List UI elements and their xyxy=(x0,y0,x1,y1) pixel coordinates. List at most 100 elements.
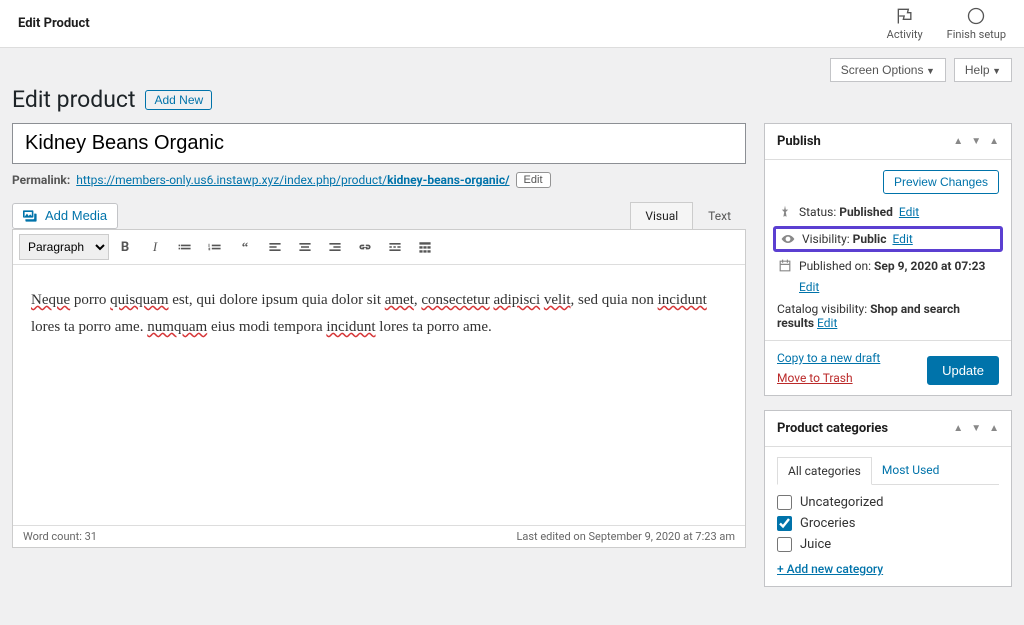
readmore-icon xyxy=(387,239,403,255)
category-checkbox[interactable] xyxy=(777,495,792,510)
editor-toolbar: Paragraph B I “ xyxy=(13,230,745,265)
link-icon xyxy=(357,239,373,255)
box-handles: ▲ ▼ ▲ xyxy=(953,136,999,147)
categories-header: Product categories ▲ ▼ ▲ xyxy=(765,411,1011,447)
category-label: Groceries xyxy=(800,516,855,531)
tab-text[interactable]: Text xyxy=(693,202,746,229)
align-center-button[interactable] xyxy=(291,234,319,260)
permalink-link[interactable]: https://members-only.us6.instawp.xyz/ind… xyxy=(76,173,509,187)
toggle-box-icon[interactable]: ▲ xyxy=(989,423,999,434)
editor-mode-tabs: Visual Text xyxy=(630,202,746,229)
admin-topbar: Edit Product Activity Finish setup xyxy=(0,0,1024,48)
kitchen-sink-icon xyxy=(417,239,433,255)
flag-icon xyxy=(895,6,915,26)
status-row: Status: Published Edit xyxy=(777,204,999,220)
move-up-icon[interactable]: ▲ xyxy=(953,136,963,147)
page-title: Edit product xyxy=(12,86,135,113)
edit-status-link[interactable]: Edit xyxy=(899,205,919,219)
categories-box: Product categories ▲ ▼ ▲ All categories … xyxy=(764,410,1012,587)
editor-columns: Permalink: https://members-only.us6.inst… xyxy=(12,123,1012,587)
publish-title: Publish xyxy=(777,134,821,149)
help-button[interactable]: Help xyxy=(954,58,1012,82)
number-list-button[interactable] xyxy=(201,234,229,260)
edit-catalog-link[interactable]: Edit xyxy=(817,316,837,330)
permalink-edit-button[interactable]: Edit xyxy=(516,172,551,188)
move-up-icon[interactable]: ▲ xyxy=(953,423,963,434)
add-category-link[interactable]: + Add new category xyxy=(777,562,883,576)
tab-visual[interactable]: Visual xyxy=(630,202,693,229)
page-body: Screen Options Help Edit product Add New… xyxy=(0,48,1024,597)
italic-button[interactable]: I xyxy=(141,234,169,260)
category-list: Uncategorized Groceries Juice xyxy=(777,495,999,552)
bullet-list-button[interactable] xyxy=(171,234,199,260)
readmore-button[interactable] xyxy=(381,234,409,260)
topbar-actions: Activity Finish setup xyxy=(887,6,1006,41)
bold-button[interactable]: B xyxy=(111,234,139,260)
list-ol-icon xyxy=(207,239,223,255)
align-left-icon xyxy=(267,239,283,255)
screen-options-button[interactable]: Screen Options xyxy=(830,58,946,82)
calendar-icon xyxy=(777,258,793,274)
format-select[interactable]: Paragraph xyxy=(19,234,109,260)
align-right-button[interactable] xyxy=(321,234,349,260)
category-label: Juice xyxy=(800,537,831,552)
side-column: Publish ▲ ▼ ▲ Preview Changes Status: Pu… xyxy=(764,123,1012,587)
editor-top-row: Add Media Visual Text xyxy=(12,202,746,229)
main-column: Permalink: https://members-only.us6.inst… xyxy=(12,123,746,548)
preview-changes-button[interactable]: Preview Changes xyxy=(883,170,999,194)
add-media-button[interactable]: Add Media xyxy=(12,203,118,229)
product-title-input[interactable] xyxy=(12,123,746,164)
toggle-box-icon[interactable]: ▲ xyxy=(989,136,999,147)
quote-button[interactable]: “ xyxy=(231,234,259,260)
link-button[interactable] xyxy=(351,234,379,260)
edit-visibility-link[interactable]: Edit xyxy=(892,232,912,246)
align-center-icon xyxy=(297,239,313,255)
rich-text-editor: Paragraph B I “ Neque porro quisquam est… xyxy=(12,229,746,548)
tab-all-categories[interactable]: All categories xyxy=(777,457,872,485)
editor-content[interactable]: Neque porro quisquam est, qui dolore ips… xyxy=(13,265,745,525)
category-tabs: All categories Most Used xyxy=(777,457,999,485)
tab-most-used[interactable]: Most Used xyxy=(872,457,950,484)
align-right-icon xyxy=(327,239,343,255)
last-edited: Last edited on September 9, 2020 at 7:23… xyxy=(516,530,735,543)
categories-title: Product categories xyxy=(777,421,888,436)
align-left-button[interactable] xyxy=(261,234,289,260)
published-row: Published on: Sep 9, 2020 at 07:23 xyxy=(777,258,999,274)
screen-options-row: Screen Options Help xyxy=(12,58,1012,82)
visibility-row: Visibility: Public Edit xyxy=(773,226,1003,252)
copy-draft-link[interactable]: Copy to a new draft xyxy=(777,351,880,365)
publish-footer: Copy to a new draft Move to Trash Update xyxy=(765,340,1011,395)
categories-body: All categories Most Used Uncategorized Gr… xyxy=(765,447,1011,586)
pin-icon xyxy=(777,204,793,220)
list-ul-icon xyxy=(177,239,193,255)
toolbar-toggle-button[interactable] xyxy=(411,234,439,260)
eye-icon xyxy=(780,231,796,247)
topbar-title: Edit Product xyxy=(18,16,90,31)
box-handles: ▲ ▼ ▲ xyxy=(953,423,999,434)
edit-date-link[interactable]: Edit xyxy=(799,280,819,294)
add-new-button[interactable]: Add New xyxy=(145,90,212,110)
word-count: Word count: 31 xyxy=(23,530,97,543)
category-checkbox[interactable] xyxy=(777,516,792,531)
update-button[interactable]: Update xyxy=(927,356,999,385)
category-item[interactable]: Groceries xyxy=(777,516,999,531)
category-label: Uncategorized xyxy=(800,495,883,510)
move-down-icon[interactable]: ▼ xyxy=(971,423,981,434)
category-item[interactable]: Uncategorized xyxy=(777,495,999,510)
permalink-label: Permalink: xyxy=(12,173,70,187)
publish-body: Preview Changes Status: Published Edit V… xyxy=(765,160,1011,340)
editor-status-bar: Word count: 31 Last edited on September … xyxy=(13,525,745,547)
publish-header: Publish ▲ ▼ ▲ xyxy=(765,124,1011,160)
category-checkbox[interactable] xyxy=(777,537,792,552)
circle-icon xyxy=(966,6,986,26)
permalink-row: Permalink: https://members-only.us6.inst… xyxy=(12,172,746,188)
media-icon xyxy=(23,208,39,224)
move-to-trash-link[interactable]: Move to Trash xyxy=(777,371,880,385)
publish-box: Publish ▲ ▼ ▲ Preview Changes Status: Pu… xyxy=(764,123,1012,396)
finish-setup-button[interactable]: Finish setup xyxy=(947,6,1006,41)
category-item[interactable]: Juice xyxy=(777,537,999,552)
move-down-icon[interactable]: ▼ xyxy=(971,136,981,147)
catalog-row: Catalog visibility: Shop and search resu… xyxy=(777,302,999,330)
page-header: Edit product Add New xyxy=(12,86,1012,113)
activity-button[interactable]: Activity xyxy=(887,6,923,41)
